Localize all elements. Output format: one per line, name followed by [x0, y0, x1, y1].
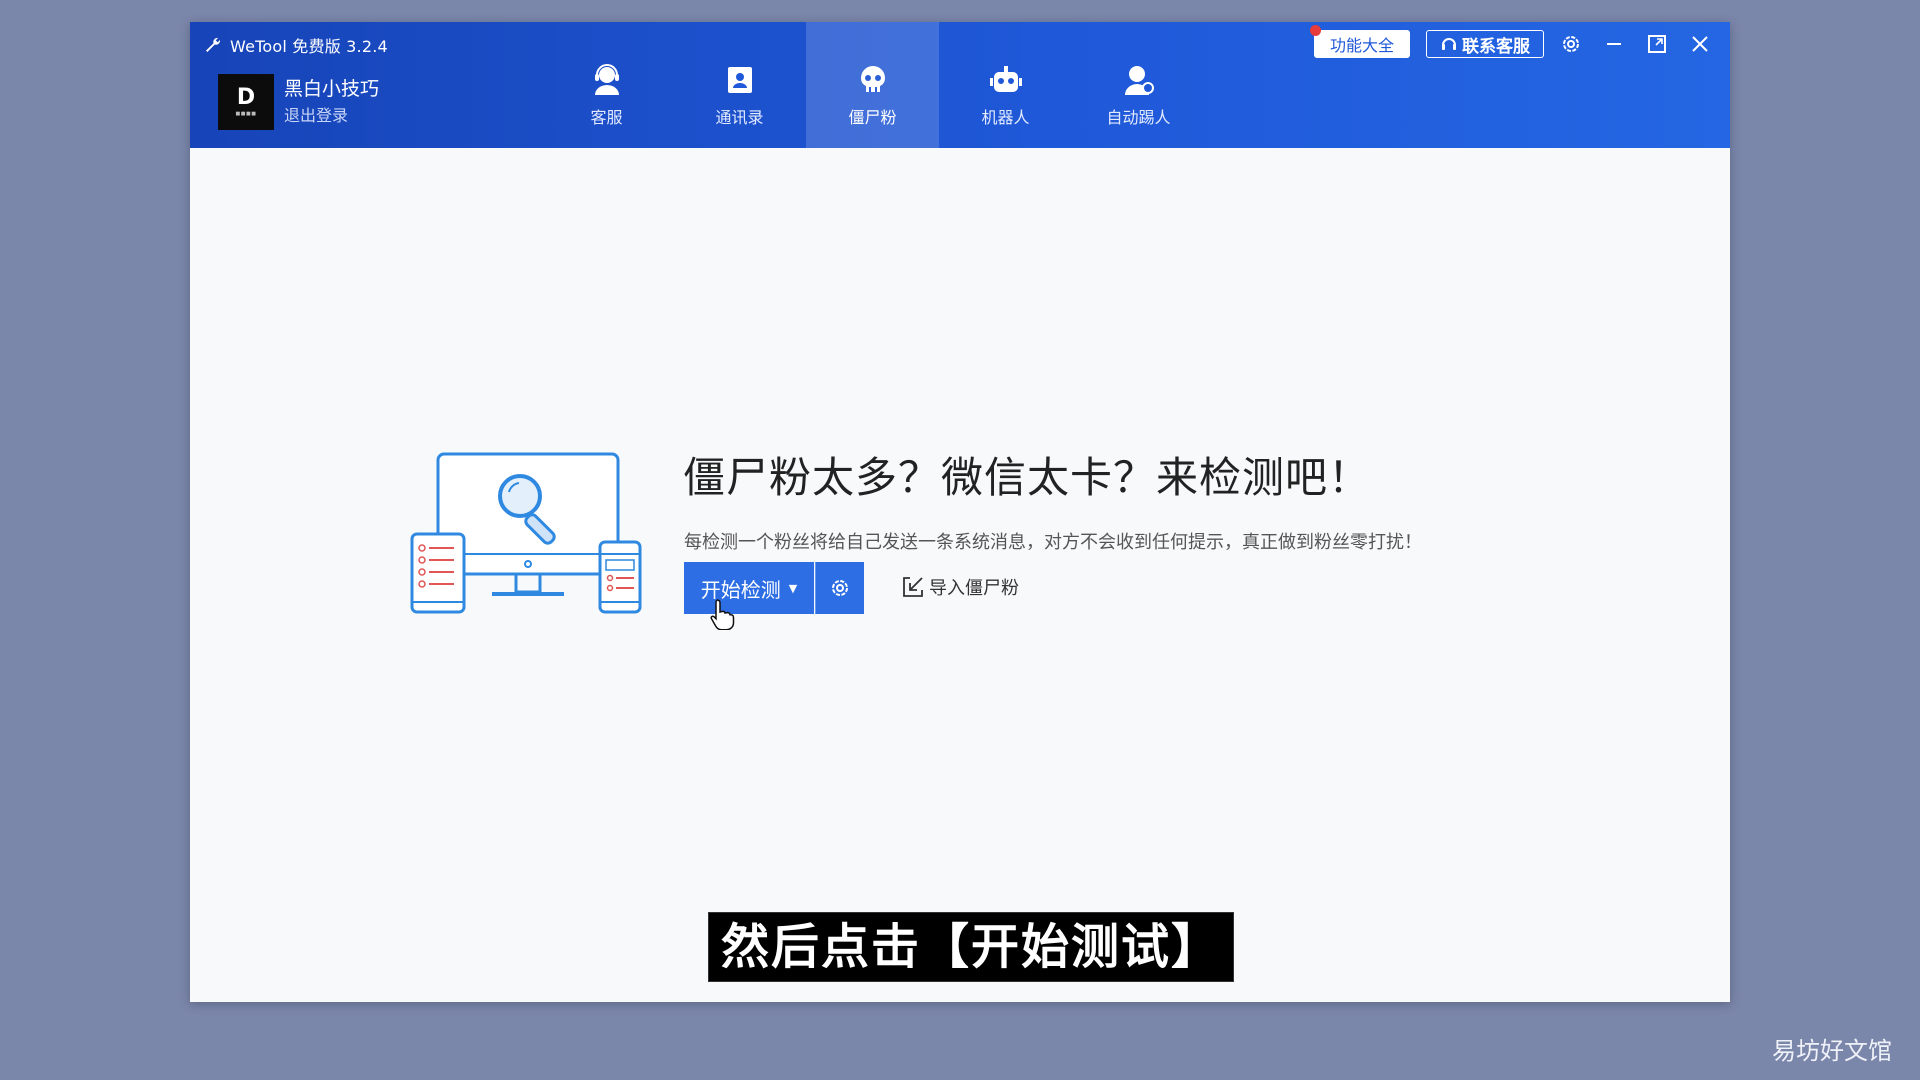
- close-icon: [1692, 36, 1708, 52]
- logout-link[interactable]: 退出登录: [284, 105, 379, 127]
- tab-robot[interactable]: 机器人: [939, 22, 1072, 148]
- account-panel: D ■■■■ 黑白小技巧 退出登录: [218, 74, 379, 130]
- contact-book-icon: [724, 64, 756, 96]
- tab-label: 客服: [590, 108, 623, 127]
- contact-service-button[interactable]: 联系客服: [1426, 30, 1544, 58]
- headset-icon: [1442, 38, 1456, 50]
- main-tabs: 客服 通讯录 僵尸粉 机器人 自动踢人: [540, 22, 1205, 148]
- headset-user-icon: [591, 64, 623, 96]
- maximize-button[interactable]: [1641, 30, 1673, 58]
- account-name: 黑白小技巧: [284, 78, 380, 100]
- import-label: 导入僵尸粉: [929, 578, 1019, 599]
- detection-settings-button[interactable]: [815, 562, 864, 614]
- wetool-window: WeTool 免费版 3.2.4 D ■■■■ 黑白小技巧 退出登录 客服 通讯…: [190, 22, 1730, 1002]
- skull-icon: [857, 64, 889, 96]
- dropdown-caret-icon[interactable]: ▼: [789, 582, 797, 595]
- page-description: 每检测一个粉丝将给自己发送一条系统消息，对方不会收到任何提示，真正做到粉丝零打扰…: [684, 532, 1422, 553]
- top-actions: 功能大全 联系客服: [1310, 25, 1716, 58]
- avatar-logo: D: [236, 85, 256, 110]
- import-icon: [903, 577, 923, 597]
- avatar-caption: ■■■■: [235, 111, 257, 117]
- gear-icon: [1563, 36, 1579, 52]
- mouse-pointer-icon: [710, 599, 735, 630]
- minimize-button[interactable]: [1598, 30, 1630, 58]
- app-title: WeTool 免费版 3.2.4: [204, 32, 388, 58]
- features-label: 功能大全: [1329, 36, 1394, 55]
- app-title-text: WeTool 免费版 3.2.4: [230, 37, 388, 56]
- import-zombie-fans-link[interactable]: 导入僵尸粉: [901, 574, 1019, 600]
- tab-label: 机器人: [981, 108, 1030, 127]
- user-remove-icon: [1123, 64, 1155, 96]
- service-label: 联系客服: [1462, 36, 1530, 57]
- start-detection-button[interactable]: 开始检测 ▼: [684, 562, 814, 614]
- robot-icon: [989, 64, 1022, 96]
- tab-label: 自动踢人: [1106, 108, 1171, 127]
- close-button[interactable]: [1684, 30, 1716, 58]
- watermark: 易坊好文馆: [1772, 1037, 1892, 1065]
- notification-dot: [1310, 25, 1321, 36]
- zombie-fans-page: 僵尸粉太多？微信太卡？来检测吧！ 每检测一个粉丝将给自己发送一条系统消息，对方不…: [190, 148, 1730, 1002]
- avatar[interactable]: D ■■■■: [218, 74, 274, 130]
- page-headline: 僵尸粉太多？微信太卡？来检测吧！: [683, 453, 1372, 502]
- devices-search-illustration: [410, 452, 642, 614]
- wrench-icon: [206, 37, 221, 52]
- tab-zombie-fans[interactable]: 僵尸粉: [806, 22, 939, 148]
- features-button[interactable]: 功能大全: [1310, 25, 1410, 58]
- settings-button[interactable]: [1555, 30, 1587, 58]
- video-subtitle: 然后点击【开始测试】: [708, 912, 1235, 982]
- tab-auto-kick[interactable]: 自动踢人: [1072, 22, 1205, 148]
- tab-contacts[interactable]: 通讯录: [673, 22, 806, 148]
- maximize-icon: [1648, 35, 1666, 53]
- title-bar: WeTool 免费版 3.2.4 D ■■■■ 黑白小技巧 退出登录 客服 通讯…: [190, 22, 1730, 148]
- minimize-icon: [1607, 43, 1621, 45]
- gear-icon: [832, 580, 848, 596]
- tab-customer-service[interactable]: 客服: [540, 22, 673, 148]
- tab-label: 僵尸粉: [848, 108, 897, 127]
- tab-label: 通讯录: [715, 108, 764, 127]
